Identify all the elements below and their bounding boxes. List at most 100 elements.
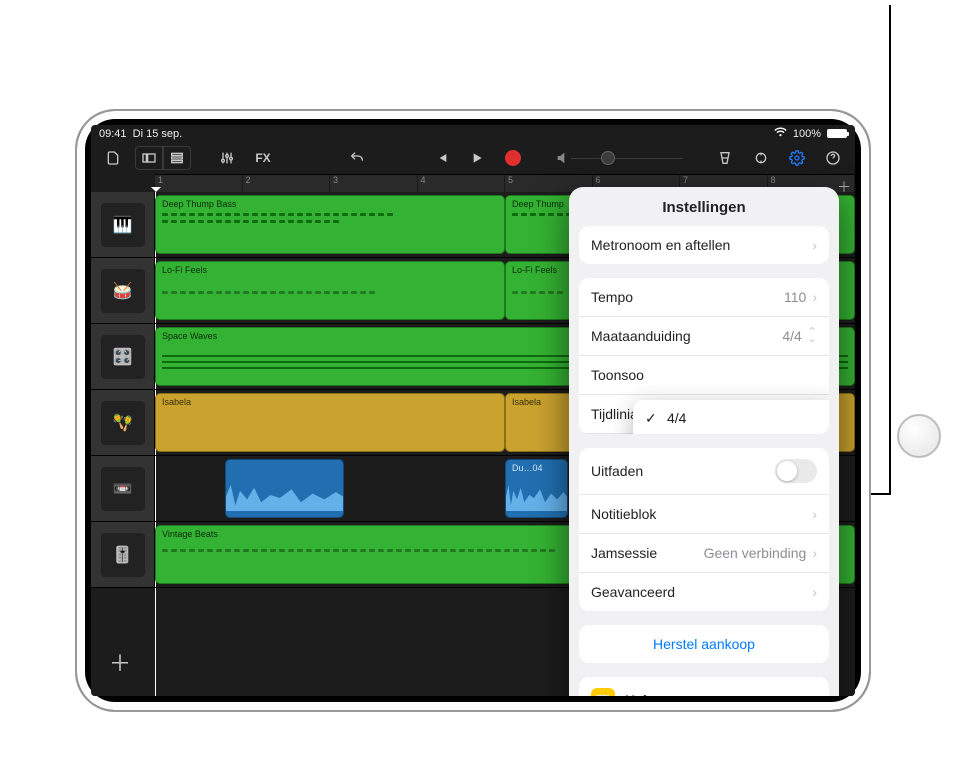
undo-button[interactable] [343,146,371,170]
row-label: Notitieblok [591,506,656,522]
row-label: Herstel aankoop [653,636,755,652]
metronome-row[interactable]: Metronoom en aftellen › [579,226,829,264]
tempo-row[interactable]: Tempo 110 › [579,278,829,317]
restore-purchase-button[interactable]: Herstel aankoop [579,625,829,663]
tracks-view-button[interactable] [163,146,191,170]
row-label: Metronoom en aftellen [591,237,730,253]
row-label: Help [625,692,655,696]
mysongs-button[interactable] [99,146,127,170]
region-label: Space Waves [162,331,217,341]
timesig-value: 4/4 [782,328,801,344]
row-label: Uitfaden [591,463,643,479]
master-volume[interactable] [555,150,683,166]
row-label: Maataanduiding [591,328,691,344]
settings-group-2: Tempo 110› Maataanduiding 4/4⌃⌄ Toonsoo … [579,278,829,434]
ipad-frame: 09:41 Di 15 sep. 100% FX [75,109,871,712]
browser-view-button[interactable] [135,146,163,170]
metronome-button[interactable] [711,146,739,170]
instrument-icon: 🎹 [101,203,145,247]
ruler-bar: 3 [330,175,418,192]
region-label: Deep Thump Bass [162,199,236,209]
row-label: Tempo [591,289,633,305]
ruler-bar: 1 [155,175,243,192]
jam-row[interactable]: Jamsessie Geen verbinding› [579,534,829,573]
midi-pattern [162,213,498,216]
settings-button[interactable] [783,146,811,170]
status-bar: 09:41 Di 15 sep. 100% [91,125,855,142]
region-label: Vintage Beats [162,529,218,539]
track-header[interactable]: 🥁 [91,258,155,323]
callout-line [889,5,891,495]
chevron-right-icon: › [812,289,817,305]
popover-title: Instellingen [569,187,839,226]
row-label: Geavanceerd [591,584,675,600]
waveform [506,482,567,511]
track-header[interactable]: 🎚️ [91,522,155,587]
timesig-row[interactable]: Maataanduiding 4/4⌃⌄ [579,317,829,356]
settings-popover: Instellingen Metronoom en aftellen › Tem… [569,187,839,696]
settings-group-4: Herstel aankoop [579,625,829,663]
region-label: Du…04 [512,463,543,473]
advanced-row[interactable]: Geavanceerd › [579,573,829,611]
settings-group-5: 📖 Help [579,677,829,696]
row-label: Toonsoo [591,367,644,383]
instrument-icon: 🪇 [101,401,145,445]
add-track-button[interactable]: ＋ [109,646,131,678]
tempo-value: 110 [784,289,806,305]
view-toggle [135,146,191,170]
settings-group-3: Uitfaden Notitieblok › Jamsessie Geen ve… [579,448,829,611]
key-row[interactable]: Toonsoo [579,356,829,395]
help-book-icon: 📖 [591,688,615,696]
help-row[interactable]: 📖 Help [579,677,829,696]
wifi-icon [774,127,787,140]
option-label: 4/4 [667,410,686,426]
volume-icon [555,150,571,166]
region[interactable]: Deep Thump Bass [155,195,505,254]
rewind-button[interactable] [427,146,455,170]
track-header[interactable]: 🪇 [91,390,155,455]
region[interactable] [225,459,344,518]
mixer-button[interactable] [213,146,241,170]
midi-pattern [162,291,498,294]
region-label: Lo-Fi Feels [162,265,207,275]
record-button[interactable] [499,146,527,170]
chevron-right-icon: › [812,584,817,600]
chevron-right-icon: › [812,545,817,561]
jam-value: Geen verbinding [704,545,807,561]
fx-button[interactable]: FX [249,146,277,170]
battery-pct: 100% [793,128,821,140]
status-right: 100% [774,127,847,140]
record-icon [505,150,521,166]
midi-pattern [162,220,498,223]
play-button[interactable] [463,146,491,170]
loop-button[interactable] [747,146,775,170]
track-header[interactable]: 📼 [91,456,155,521]
volume-handle[interactable] [601,151,615,165]
chevron-right-icon: › [812,506,817,522]
ruler-bar: 4 [418,175,506,192]
app-screen: 09:41 Di 15 sep. 100% FX [91,125,855,696]
track-header[interactable]: 🎹 [91,192,155,257]
chevron-right-icon: › [812,237,817,253]
track-header[interactable]: 🎛️ [91,324,155,389]
timesig-dropdown: 4/4 3/4 6/8 [633,400,829,434]
region[interactable]: Isabela [155,393,505,452]
region[interactable]: Lo-Fi Feels [155,261,505,320]
fadeout-switch[interactable] [775,459,817,483]
timesig-option[interactable]: 4/4 [633,400,829,434]
fadeout-row[interactable]: Uitfaden [579,448,829,495]
help-button[interactable] [819,146,847,170]
status-left: 09:41 Di 15 sep. [99,128,182,140]
home-button[interactable] [897,414,941,458]
toolbar: FX [91,142,855,174]
notepad-row[interactable]: Notitieblok › [579,495,829,534]
waveform [226,482,343,511]
region[interactable]: Du…04 [505,459,568,518]
ruler-bar: 2 [243,175,331,192]
instrument-icon: 📼 [101,467,145,511]
instrument-icon: 🥁 [101,269,145,313]
region-label: Lo-Fi Feels [512,265,557,275]
instrument-icon: 🎚️ [101,533,145,577]
status-date: Di 15 sep. [133,128,183,140]
volume-line-r [615,158,683,159]
